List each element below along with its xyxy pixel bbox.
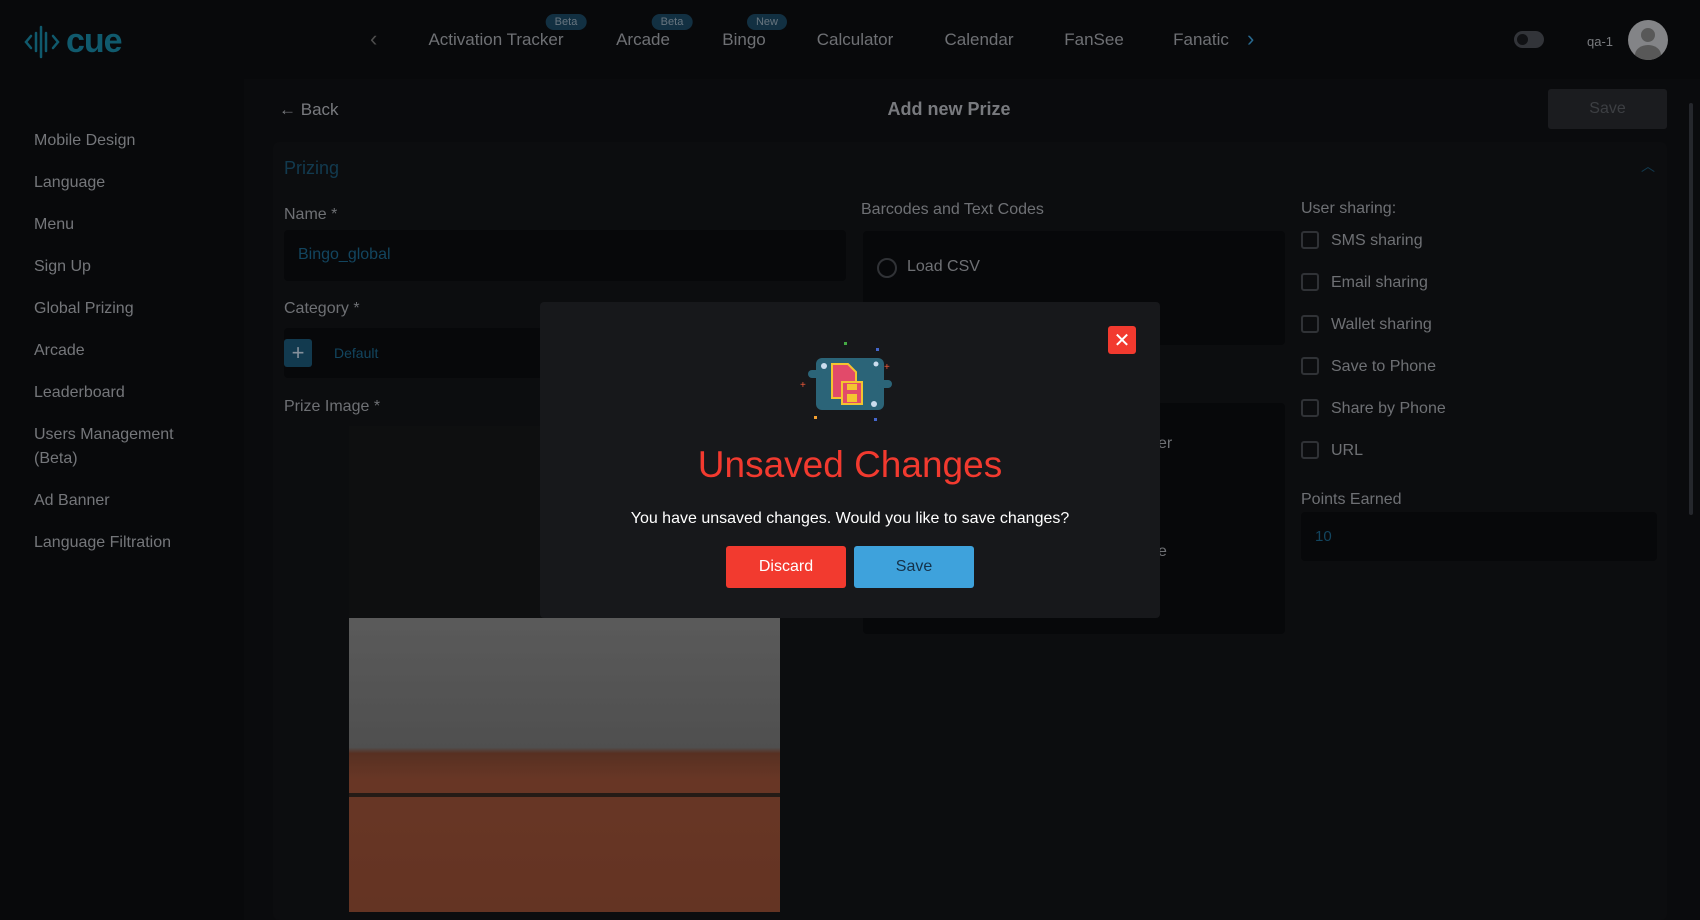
discard-button[interactable]: Discard	[726, 546, 846, 588]
modal-message: You have unsaved changes. Would you like…	[630, 510, 1070, 527]
unsaved-changes-modal: ✕ + + Unsaved Changes You have unsaved ch…	[540, 302, 1160, 618]
modal-save-button[interactable]: Save	[854, 546, 974, 588]
modal-title: Unsaved Changes	[697, 444, 1003, 485]
svg-text:+: +	[884, 362, 890, 373]
unsaved-file-illustration-icon: ++	[800, 342, 892, 421]
svg-text:+: +	[800, 380, 806, 391]
close-icon[interactable]: ✕	[1108, 326, 1136, 354]
